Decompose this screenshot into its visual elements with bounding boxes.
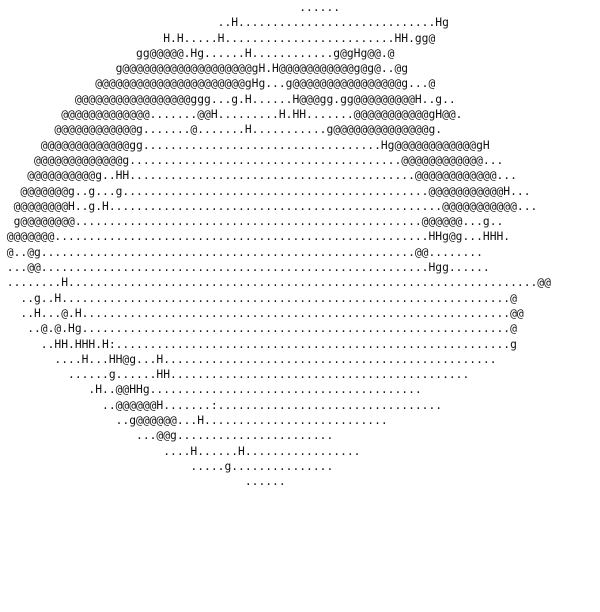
ascii-art-line: ...@@g....................... <box>0 429 470 443</box>
ascii-art-line: ..g..H..................................… <box>0 291 524 305</box>
ascii-art-line: ...... <box>0 1 600 14</box>
ascii-art-line: @@@@@@@@@@@@@.......@@H.........H.HH....… <box>0 108 524 122</box>
ascii-art-line: gg@@@@@.Hg......H............g@gHg@@.@ <box>0 46 531 60</box>
ascii-globe-art: ...... ..H.............................H… <box>0 0 600 490</box>
ascii-art-line: ...... <box>0 475 531 489</box>
ascii-art-line: g@@@@@@@@@@@@@@@@@@@gH.H@@@@@@@@@@@g@g@.… <box>0 62 524 76</box>
ascii-art-line: ..g@@@@@@...H........................... <box>0 414 504 428</box>
ascii-art-line: ....H......H................. <box>0 444 524 458</box>
ascii-art-line: .....g............... <box>0 459 524 473</box>
ascii-art-line: ..H...@.H...............................… <box>0 306 531 320</box>
ascii-art-line: ..@@@@@@H.......:.......................… <box>0 398 517 412</box>
ascii-art-line: @@@@@@@@H..g.H..........................… <box>0 199 551 213</box>
ascii-art-line: ..HH.HHH.H:.............................… <box>0 337 538 351</box>
ascii-art-line: g@@@@@@@@...............................… <box>0 215 511 229</box>
ascii-art-line: ......g......HH.........................… <box>0 368 531 382</box>
ascii-globe-canvas: ...... ..H.............................H… <box>0 0 600 612</box>
ascii-art-line: @@@@@@@@@@@@@g..........................… <box>0 153 538 167</box>
ascii-art-line: @@@@@@@g..g...g.........................… <box>0 184 551 198</box>
ascii-art-line: ..@.@.Hg................................… <box>0 322 531 336</box>
ascii-art-line: ........H...............................… <box>0 276 558 290</box>
ascii-art-line: @@@@@@@@@@@@g.......@.......H...........… <box>0 123 497 137</box>
ascii-art-line: ...@@...................................… <box>0 261 497 275</box>
ascii-art-line: @@@@@@@.................................… <box>0 230 517 244</box>
ascii-art-line: @@@@@@@@@@g..HH.........................… <box>0 169 545 183</box>
ascii-art-line: ....H...HH@g...H........................… <box>0 352 531 366</box>
ascii-art-line: .H..@@HHg...............................… <box>0 383 497 397</box>
ascii-art-line: ..H.............................Hg <box>0 16 600 30</box>
ascii-art-line: @@@@@@@@@@@@@@@@@ggg...g.H......H@@@gg.g… <box>0 92 531 106</box>
ascii-art-line: @@@@@@@@@@@@@gg.........................… <box>0 138 531 152</box>
ascii-art-line: @..@g...................................… <box>0 245 490 259</box>
ascii-art-line: @@@@@@@@@@@@@@@@@@@@@@gHg...g@@@@@@@@@@@… <box>0 77 531 91</box>
ascii-art-line: H.H.....H.........................HH.gg@ <box>0 31 599 45</box>
